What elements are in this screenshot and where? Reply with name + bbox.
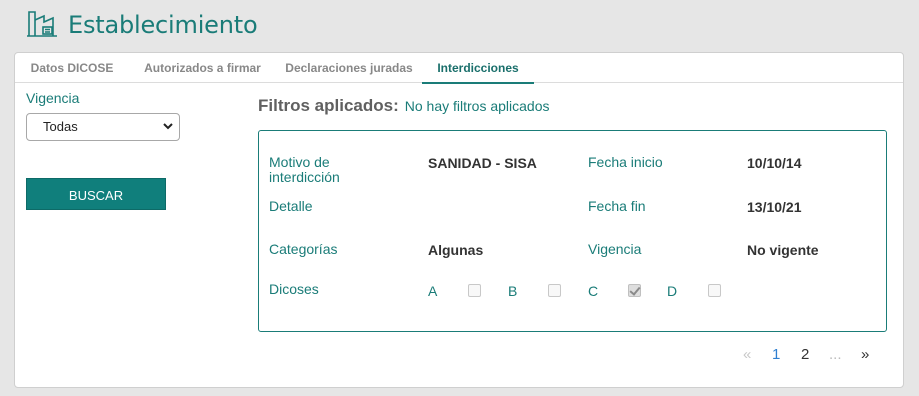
vigencia-filter-label: Vigencia (26, 90, 80, 106)
page-title: Establecimiento (68, 11, 258, 39)
dicose-letter-b: B (508, 283, 518, 299)
search-button[interactable]: BUSCAR (26, 178, 166, 210)
dicose-letter-c: C (588, 283, 599, 299)
page-header: Establecimiento (26, 8, 258, 43)
dicose-checkbox-d[interactable] (708, 284, 721, 297)
tab-bar: Datos DICOSE Autorizados a firmar Declar… (15, 53, 903, 84)
pagination-page-1[interactable]: 1 (772, 346, 780, 363)
vigencia-select-value: Todas (43, 119, 78, 134)
tab-declaraciones-juradas[interactable]: Declaraciones juradas (276, 53, 422, 83)
pagination-prev[interactable]: « (743, 346, 751, 363)
fecha-inicio-value: 10/10/14 (747, 155, 802, 171)
fecha-fin-value: 13/10/21 (747, 199, 802, 215)
interdiction-panel: Motivo de interdicción SANIDAD - SISA Fe… (258, 130, 887, 332)
dicose-checkbox-b[interactable] (548, 284, 561, 297)
detalle-label: Detalle (269, 198, 313, 214)
dicoses-label: Dicoses (269, 281, 319, 297)
fecha-inicio-label: Fecha inicio (588, 154, 663, 170)
dicose-letter-d: D (667, 283, 678, 299)
applied-filters: Filtros aplicados: No hay filtros aplica… (258, 96, 550, 116)
dicose-letter-a: A (428, 283, 438, 299)
categorias-label: Categorías (269, 241, 338, 257)
tab-datos-dicose[interactable]: Datos DICOSE (15, 53, 129, 83)
motivo-label: Motivo de interdicción (269, 154, 340, 185)
applied-filters-label: Filtros aplicados: (258, 96, 399, 115)
fecha-fin-label: Fecha fin (588, 198, 646, 214)
applied-filters-value: No hay filtros aplicados (404, 98, 550, 114)
tab-interdicciones[interactable]: Interdicciones (422, 53, 534, 84)
pagination-page-2[interactable]: 2 (801, 346, 809, 363)
tab-autorizados-a-firmar[interactable]: Autorizados a firmar (129, 53, 276, 83)
categorias-value: Algunas (428, 242, 484, 258)
dicose-checkbox-c[interactable] (628, 284, 641, 297)
vigencia-label: Vigencia (588, 241, 642, 257)
dicose-checkbox-a[interactable] (468, 284, 481, 297)
chevron-down-icon (163, 123, 173, 130)
vigencia-value: No vigente (747, 242, 819, 258)
main-card: Datos DICOSE Autorizados a firmar Declar… (14, 52, 904, 388)
pagination-ellipsis: ... (829, 346, 842, 363)
pagination-next[interactable]: » (861, 346, 869, 363)
vigencia-select[interactable]: Todas (26, 113, 180, 141)
building-icon (26, 8, 58, 43)
motivo-value: SANIDAD - SISA (428, 155, 537, 171)
